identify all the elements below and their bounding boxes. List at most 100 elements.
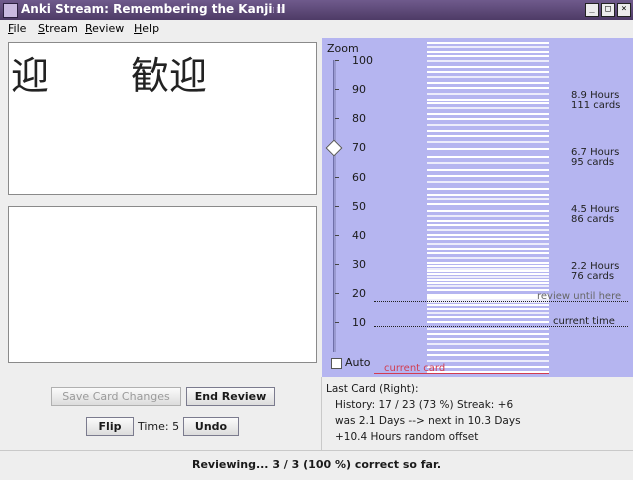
checkbox-box[interactable]: [331, 358, 342, 369]
card-bar: [427, 366, 549, 368]
current-time-label: current time: [553, 316, 615, 327]
card-bar: [427, 148, 549, 150]
card-bar: [427, 175, 549, 177]
card-bar: [427, 194, 549, 196]
zoom-tick: [335, 89, 339, 90]
card-bar: [427, 234, 549, 236]
card-bar: [427, 270, 549, 272]
zoom-tick-label: 100: [352, 54, 373, 67]
zoom-tick-label: 50: [352, 200, 366, 213]
card-bar: [427, 46, 549, 48]
time-marker: 4.5 Hours 86 cards: [571, 205, 619, 225]
current-card-line: [374, 373, 549, 374]
card-bar: [427, 252, 549, 254]
card-bar: [427, 238, 549, 240]
zoom-tick: [335, 235, 339, 236]
app-icon: [3, 3, 18, 18]
close-button[interactable]: ×: [617, 3, 631, 17]
card-bar: [427, 328, 549, 330]
card-bar: [427, 308, 549, 310]
card-bar: [427, 224, 549, 226]
status-bar: Reviewing... 3 / 3 (100 %) correct so fa…: [0, 450, 633, 480]
card-bar: [427, 243, 549, 245]
zoom-tick-label: 80: [352, 112, 366, 125]
last-card-offset: +10.4 Hours random offset: [335, 431, 479, 443]
card-bar: [427, 257, 549, 259]
review-graph[interactable]: Zoom 100 90 80 70 60 50 40 30 20 10 Auto…: [322, 38, 633, 377]
card-bar: [427, 55, 549, 57]
card-bar: [427, 338, 549, 340]
main-area: 迎 歓迎 Zoom 100 90 80 70 60 50 40 30 20 10…: [0, 38, 633, 480]
zoom-tick: [335, 264, 339, 265]
flip-button[interactable]: Flip: [86, 417, 134, 436]
card-bar: [427, 188, 549, 190]
menu-file[interactable]: File: [8, 22, 26, 35]
time-marker: 8.9 Hours 111 cards: [571, 91, 620, 111]
card-bar: [427, 124, 549, 126]
undo-button[interactable]: Undo: [183, 417, 239, 436]
card-bar: [427, 162, 549, 164]
card-bar: [427, 113, 549, 115]
card-bar: [427, 42, 549, 44]
status-text: Reviewing... 3 / 3 (100 %) correct so fa…: [191, 458, 442, 471]
card-bar: [427, 141, 549, 143]
menu-review[interactable]: Review: [85, 22, 124, 35]
card-bar: [427, 82, 549, 84]
card-back-panel[interactable]: [8, 206, 317, 363]
card-bar: [427, 71, 549, 73]
zoom-tick-label: 40: [352, 229, 366, 242]
card-bar: [427, 354, 549, 356]
card-bar: [427, 349, 549, 351]
marker-cards: 111 cards: [571, 100, 621, 111]
card-bar: [427, 289, 549, 291]
card-bar: [427, 66, 549, 68]
card-front-panel[interactable]: 迎 歓迎: [8, 42, 317, 195]
card-bar: [427, 282, 549, 284]
minimize-button[interactable]: _: [585, 3, 599, 17]
zoom-tick: [335, 322, 339, 323]
front-kanji-left: 迎: [11, 54, 50, 98]
window-title: Anki Stream: Remembering the Kanji II: [21, 2, 286, 16]
zoom-tick-label: 60: [352, 171, 366, 184]
menu-help[interactable]: Help: [134, 22, 159, 35]
zoom-slider-thumb[interactable]: [325, 139, 343, 157]
card-bar: [427, 210, 549, 212]
card-bar: [427, 87, 549, 89]
card-bar: [427, 304, 549, 306]
zoom-tick: [335, 293, 339, 294]
card-bar: [427, 51, 549, 53]
marker-cards: 95 cards: [571, 157, 615, 168]
end-review-button[interactable]: End Review: [186, 387, 275, 406]
card-bar: [427, 333, 549, 335]
time-marker: 2.2 Hours 76 cards: [571, 262, 619, 282]
save-card-changes-button[interactable]: Save Card Changes: [51, 387, 181, 406]
title-bar: Anki Stream: Remembering the Kanji II ⁞⁞…: [0, 0, 633, 21]
card-bar: [427, 343, 549, 345]
menu-bar: File Stream Review Help: [0, 20, 633, 39]
time-counter: Time: 5: [138, 420, 180, 433]
card-bar: [427, 156, 549, 158]
card-bar: [427, 316, 549, 318]
card-bar: [427, 265, 549, 267]
zoom-tick-label: 70: [352, 141, 366, 154]
card-bar: [427, 360, 549, 362]
last-card-history: History: 17 / 23 (73 %) Streak: +6: [335, 399, 514, 411]
card-bar: [427, 169, 549, 171]
zoom-tick: [335, 177, 339, 178]
zoom-tick-label: 30: [352, 258, 366, 271]
last-card-interval: was 2.1 Days --> next in 10.3 Days: [335, 415, 521, 427]
card-bar: [427, 203, 549, 205]
auto-label: Auto: [345, 356, 371, 369]
card-bar: [427, 130, 549, 132]
card-bar: [427, 321, 549, 323]
card-bar: [427, 262, 549, 264]
card-bar: [427, 279, 549, 281]
zoom-tick-label: 20: [352, 287, 366, 300]
card-bar: [427, 99, 549, 101]
time-marker: 6.7 Hours 95 cards: [571, 148, 619, 168]
menu-stream[interactable]: Stream: [38, 22, 78, 35]
maximize-button[interactable]: □: [601, 3, 615, 17]
title-grip: ⁞⁞⁞: [272, 6, 284, 16]
card-bar: [427, 181, 549, 183]
card-bar: [427, 93, 549, 95]
